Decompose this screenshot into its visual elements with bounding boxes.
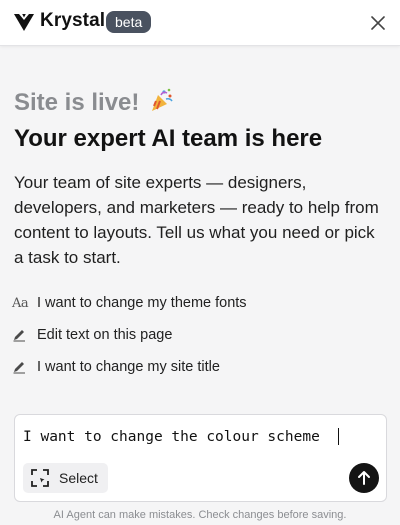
suggestion-change-theme-fonts[interactable]: Aa I want to change my theme fonts: [10, 287, 390, 319]
site-live-title: Site is live!: [14, 87, 175, 117]
close-icon: [371, 16, 385, 30]
disclaimer-text: AI Agent can make mistakes. Check change…: [53, 509, 347, 521]
brand-name: Krystal: [40, 10, 106, 31]
suggestion-change-site-title[interactable]: I want to change my site title: [10, 351, 390, 383]
beta-badge: beta: [106, 11, 152, 33]
suggestion-label: Edit text on this page: [37, 327, 173, 343]
suggestion-list: Aa I want to change my theme fonts Edit …: [10, 287, 390, 383]
close-button[interactable]: [366, 11, 390, 35]
suggestion-label: I want to change my site title: [37, 359, 220, 375]
text-caret: [338, 428, 339, 445]
suggestion-label: I want to change my theme fonts: [37, 295, 247, 311]
message-composer: Select: [14, 414, 387, 502]
pencil-icon: [12, 360, 34, 374]
site-live-text: Site is live!: [14, 89, 140, 116]
krystal-logo-icon: [14, 14, 34, 31]
select-area-icon: [31, 469, 49, 487]
send-button[interactable]: [349, 463, 379, 493]
select-element-button[interactable]: Select: [23, 463, 108, 493]
panel-header: Krystal beta: [0, 0, 400, 46]
page-title: Your expert AI team is here: [14, 125, 323, 152]
arrow-up-icon: [358, 471, 370, 485]
ai-agent-panel: Krystal beta Site is live! Your expert A…: [0, 0, 400, 525]
pencil-icon: [12, 328, 34, 342]
suggestion-edit-text[interactable]: Edit text on this page: [10, 319, 390, 351]
message-input[interactable]: [23, 425, 377, 449]
font-icon: Aa: [12, 295, 29, 311]
intro-text: Your team of site experts — designers, d…: [14, 173, 379, 267]
select-button-label: Select: [59, 470, 98, 486]
party-popper-icon: [152, 88, 173, 111]
